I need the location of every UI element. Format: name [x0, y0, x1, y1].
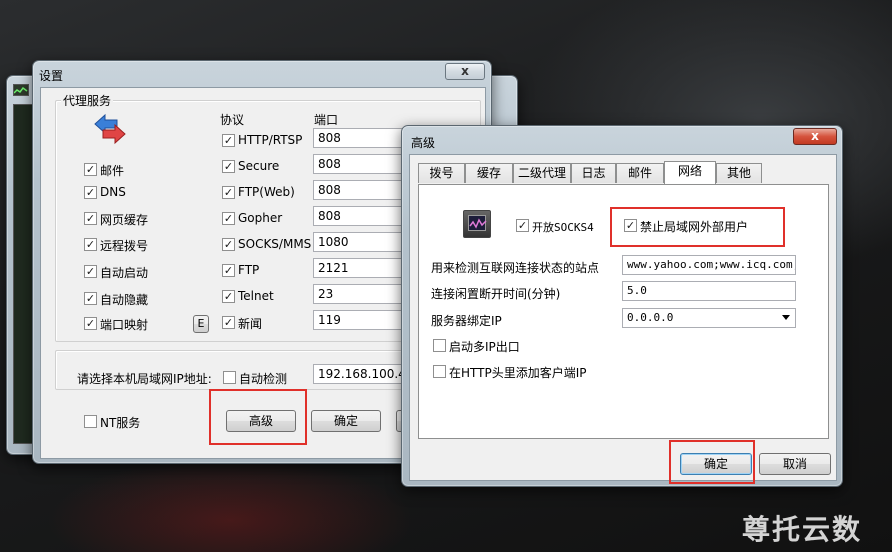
service-label: 自动启动 [100, 266, 149, 280]
nt-service-label: NT服务 [100, 416, 141, 430]
checkbox-box[interactable] [84, 292, 97, 305]
protocol-label: SOCKS/MMS [238, 237, 312, 251]
checkbox-box[interactable] [433, 365, 446, 378]
highlight-advanced-button [209, 389, 307, 445]
settings-title: 设置 [39, 69, 64, 83]
tab-log[interactable]: 日志 [571, 163, 616, 183]
protocol-label: Secure [238, 159, 280, 173]
multi-ip-label: 启动多IP出口 [449, 340, 520, 354]
advanced-cancel-button[interactable]: 取消 [759, 453, 831, 475]
checkbox-box[interactable] [516, 219, 529, 232]
tab-secondary-proxy[interactable]: 二级代理 [513, 163, 571, 183]
advanced-title: 高级 [411, 136, 436, 150]
service-label: 邮件 [100, 164, 125, 178]
checkbox-box[interactable] [84, 415, 97, 428]
protocol-label: FTP [238, 263, 260, 277]
checkbox-box[interactable] [222, 186, 235, 199]
protocol-label: Gopher [238, 211, 283, 225]
protocol-label: 新闻 [238, 317, 263, 331]
watermark-logo: 尊托云数 [742, 513, 863, 546]
checkbox-box[interactable] [222, 238, 235, 251]
check-sites-field[interactable]: www.yahoo.com;www.icq.com;ww [622, 255, 796, 275]
proxy-services-legend: 代理服务 [61, 92, 114, 109]
port-header: 端口 [314, 113, 339, 127]
port-mapping-edit-button[interactable]: E [193, 315, 209, 333]
checkbox-box[interactable] [222, 316, 235, 329]
checkbox-box[interactable] [433, 339, 446, 352]
chevron-down-icon[interactable] [782, 315, 790, 320]
advanced-tab-strip: 拨号 缓存 二级代理 日志 邮件 网络 其他 [418, 161, 828, 185]
checkbox-box[interactable] [222, 290, 235, 303]
protocol-label: Telnet [238, 289, 274, 303]
bind-ip-label: 服务器绑定IP [431, 314, 502, 328]
network-icon [463, 210, 491, 238]
lan-ip-label: 请选择本机局域网IP地址: [77, 372, 212, 386]
settings-ok-button[interactable]: 确定 [311, 410, 381, 432]
proxy-arrows-icon [93, 112, 127, 146]
service-label: DNS [100, 185, 126, 199]
advanced-window: 高级 x 拨号 缓存 二级代理 日志 邮件 网络 其他 开放SOCKS4 禁止局… [401, 125, 843, 487]
settings-close-button[interactable]: x [445, 63, 485, 80]
checkbox-box[interactable] [84, 317, 97, 330]
service-label: 端口映射 [100, 318, 149, 332]
advanced-close-button[interactable]: x [793, 128, 837, 145]
bind-ip-value: 0.0.0.0 [627, 311, 674, 324]
checkbox-box[interactable] [84, 265, 97, 278]
advanced-client-area: 拨号 缓存 二级代理 日志 邮件 网络 其他 开放SOCKS4 禁止局域网外部用… [409, 154, 837, 481]
highlight-block-outside-users [610, 207, 785, 247]
checkbox-box[interactable] [222, 212, 235, 225]
tab-mail[interactable]: 邮件 [616, 163, 664, 183]
service-label: 网页缓存 [100, 213, 149, 227]
app-icon [13, 84, 29, 96]
protocol-header: 协议 [220, 113, 245, 127]
checkbox-box[interactable] [84, 212, 97, 225]
protocol-label: HTTP/RTSP [238, 133, 303, 147]
protocol-label: FTP(Web) [238, 185, 295, 199]
tab-cache[interactable]: 缓存 [465, 163, 513, 183]
service-label: 自动隐藏 [100, 293, 149, 307]
checkbox-box[interactable] [222, 160, 235, 173]
checkbox-box[interactable] [223, 371, 236, 384]
idle-disconnect-field[interactable]: 5.0 [622, 281, 796, 301]
close-icon: x [461, 64, 469, 78]
close-icon: x [811, 129, 819, 143]
checkbox-box[interactable] [222, 134, 235, 147]
tab-network[interactable]: 网络 [664, 161, 716, 184]
checkbox-box[interactable] [84, 186, 97, 199]
enable-socks4-label: 开放SOCKS4 [532, 221, 594, 234]
highlight-advanced-ok-button [669, 440, 755, 484]
bind-ip-select[interactable]: 0.0.0.0 [622, 308, 796, 328]
add-client-ip-label: 在HTTP头里添加客户端IP [449, 366, 587, 380]
service-label: 远程拨号 [100, 239, 149, 253]
checkbox-box[interactable] [84, 163, 97, 176]
checkbox-box[interactable] [222, 264, 235, 277]
checkbox-box[interactable] [84, 238, 97, 251]
tab-dial[interactable]: 拨号 [418, 163, 465, 183]
idle-disconnect-label: 连接闲置断开时间(分钟) [431, 287, 561, 301]
auto-detect-label: 自动检测 [239, 372, 288, 386]
tab-other[interactable]: 其他 [716, 163, 762, 183]
check-sites-label: 用来检测互联网连接状态的站点 [431, 261, 600, 275]
